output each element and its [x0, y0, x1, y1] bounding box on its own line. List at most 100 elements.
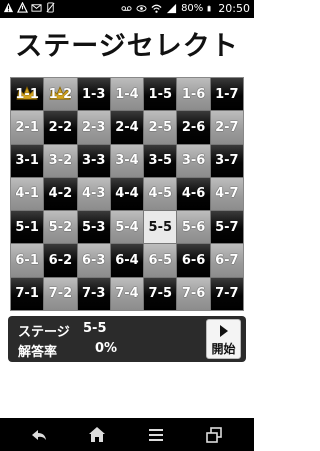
stage-cell-label: 4-4 — [115, 186, 139, 202]
stage-cell-5-5[interactable]: 5-5 — [144, 211, 177, 244]
stage-cell-3-5[interactable]: 3-5 — [144, 144, 177, 177]
stage-cell-2-1[interactable]: 2-1 — [11, 111, 44, 144]
stage-cell-6-3[interactable]: 6-3 — [77, 244, 110, 277]
signal-icon — [166, 3, 177, 14]
stage-cell-3-7[interactable]: 3-7 — [210, 144, 243, 177]
stage-cell-7-2[interactable]: 7-2 — [44, 277, 77, 310]
back-icon[interactable] — [28, 424, 50, 446]
stage-cell-label: 7-4 — [115, 286, 139, 302]
stage-cell-label: 1-5 — [148, 86, 173, 102]
stage-cell-4-4[interactable]: 4-4 — [110, 177, 144, 211]
stage-cell-1-3[interactable]: 1-3 — [77, 78, 110, 111]
stage-cell-label: 3-4 — [115, 153, 139, 169]
stage-cell-label: 5-1 — [15, 219, 39, 235]
recent-apps-icon[interactable] — [203, 424, 225, 446]
clock: 20:50 — [218, 2, 250, 15]
stage-cell-label: 6-4 — [115, 253, 139, 269]
stage-cell-label: 4-7 — [215, 186, 239, 202]
stage-cell-label: 6-2 — [48, 253, 73, 269]
stage-cell-label: 4-2 — [48, 186, 73, 202]
stage-cell-label: 7-3 — [81, 286, 106, 302]
stage-cell-label: 2-6 — [181, 119, 206, 135]
stage-cell-label: 2-4 — [115, 119, 139, 135]
stage-cell-5-1[interactable]: 5-1 — [11, 211, 44, 244]
stage-cell-label: 3-1 — [15, 153, 39, 169]
stage-cell-7-6[interactable]: 7-6 — [177, 277, 210, 310]
stage-cell-1-2[interactable]: 1-2 — [44, 78, 77, 111]
stage-cell-label: 3-5 — [148, 153, 173, 169]
stage-cell-label: 5-2 — [48, 219, 73, 235]
stage-cell-2-3[interactable]: 2-3 — [77, 111, 110, 144]
stage-cell-4-7[interactable]: 4-7 — [210, 177, 243, 211]
stage-cell-label: 7-2 — [48, 286, 73, 302]
stage-cell-6-4[interactable]: 6-4 — [110, 244, 144, 277]
stage-cell-3-4[interactable]: 3-4 — [110, 144, 144, 177]
stage-cell-6-2[interactable]: 6-2 — [44, 244, 77, 277]
stage-cell-label: 1-4 — [115, 86, 139, 102]
start-button[interactable]: 開始 — [206, 319, 241, 359]
stage-cell-2-2[interactable]: 2-2 — [44, 111, 77, 144]
stage-cell-1-6[interactable]: 1-6 — [177, 78, 210, 111]
stage-cell-label: 1-7 — [215, 86, 239, 102]
stage-cell-label: 3-3 — [81, 153, 106, 169]
stage-cell-4-6[interactable]: 4-6 — [177, 177, 210, 211]
stage-cell-2-7[interactable]: 2-7 — [210, 111, 243, 144]
stage-cell-1-5[interactable]: 1-5 — [144, 78, 177, 111]
stage-cell-4-2[interactable]: 4-2 — [44, 177, 77, 211]
stage-cell-3-1[interactable]: 3-1 — [11, 144, 44, 177]
stage-row: ステージ 5-5 — [18, 321, 107, 340]
eye-icon — [136, 5, 147, 12]
stage-cell-7-1[interactable]: 7-1 — [11, 277, 44, 310]
stage-cell-4-1[interactable]: 4-1 — [11, 177, 44, 211]
battery-icon — [207, 5, 211, 12]
stage-cell-7-5[interactable]: 7-5 — [144, 277, 177, 310]
stage-cell-label: 4-3 — [81, 186, 106, 202]
stage-cell-6-6[interactable]: 6-6 — [177, 244, 210, 277]
stage-cell-label: 1-1 — [15, 86, 39, 102]
stage-cell-2-5[interactable]: 2-5 — [144, 111, 177, 144]
stage-label: ステージ — [18, 325, 70, 340]
stage-cell-5-6[interactable]: 5-6 — [177, 211, 210, 244]
play-icon — [220, 325, 228, 337]
stage-cell-3-3[interactable]: 3-3 — [77, 144, 110, 177]
stage-cell-label: 4-6 — [181, 186, 206, 202]
stage-cell-label: 5-7 — [215, 219, 239, 235]
stage-cell-7-3[interactable]: 7-3 — [77, 277, 110, 310]
stage-cell-label: 6-3 — [81, 253, 106, 269]
stage-cell-4-3[interactable]: 4-3 — [77, 177, 110, 211]
stage-cell-label: 1-6 — [181, 86, 206, 102]
stage-cell-5-2[interactable]: 5-2 — [44, 211, 77, 244]
stage-cell-5-3[interactable]: 5-3 — [77, 211, 110, 244]
stage-cell-6-7[interactable]: 6-7 — [210, 244, 243, 277]
stage-cell-2-6[interactable]: 2-6 — [177, 111, 210, 144]
stage-cell-label: 3-6 — [181, 153, 206, 169]
stage-cell-7-4[interactable]: 7-4 — [110, 277, 144, 310]
stage-cell-6-1[interactable]: 6-1 — [11, 244, 44, 277]
stage-cell-5-7[interactable]: 5-7 — [210, 211, 243, 244]
wifi-icon — [151, 4, 162, 13]
navigation-bar — [0, 418, 254, 451]
stage-cell-label: 2-2 — [48, 119, 73, 135]
stage-cell-2-4[interactable]: 2-4 — [110, 111, 144, 144]
stage-cell-3-2[interactable]: 3-2 — [44, 144, 77, 177]
stage-cell-label: 7-1 — [15, 286, 39, 302]
mail-icon — [31, 4, 42, 12]
stage-info-panel: ステージ 5-5 解答率 0% 開始 — [8, 316, 246, 362]
home-icon[interactable] — [86, 424, 108, 446]
stage-cell-7-7[interactable]: 7-7 — [210, 277, 243, 310]
stage-cell-label: 6-1 — [15, 253, 39, 269]
stage-cell-6-5[interactable]: 6-5 — [144, 244, 177, 277]
stage-cell-1-1[interactable]: 1-1 — [11, 78, 44, 111]
stage-cell-4-5[interactable]: 4-5 — [144, 177, 177, 211]
menu-icon[interactable] — [145, 424, 167, 446]
warning-icon — [3, 2, 14, 13]
stage-cell-label: 2-5 — [148, 119, 173, 135]
stage-cell-label: 3-7 — [215, 153, 239, 169]
status-bar: 80% 20:50 — [0, 0, 254, 18]
stage-cell-label: 3-2 — [48, 153, 73, 169]
stage-cell-label: 6-6 — [181, 253, 206, 269]
stage-cell-3-6[interactable]: 3-6 — [177, 144, 210, 177]
stage-cell-5-4[interactable]: 5-4 — [110, 211, 144, 244]
stage-cell-1-7[interactable]: 1-7 — [210, 78, 243, 111]
stage-cell-1-4[interactable]: 1-4 — [110, 78, 144, 111]
